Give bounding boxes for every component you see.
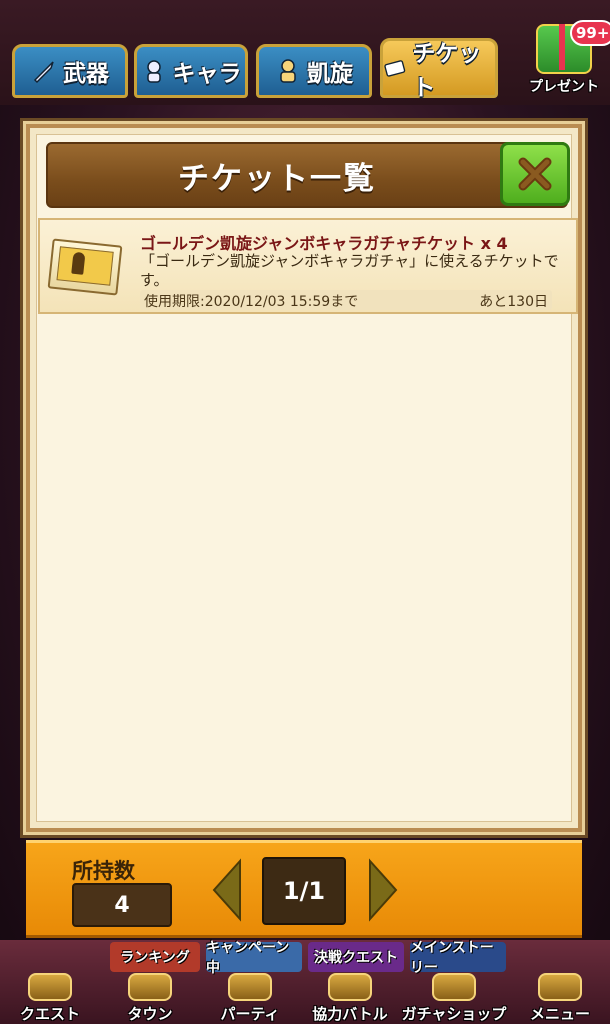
expiry-bar: 使用期限:2020/12/03 15:59まで あと130日 [140,290,552,310]
prev-page-arrow-icon[interactable] [210,857,244,923]
sword-icon [33,61,54,84]
nav-quest[interactable]: クエスト [0,970,100,1024]
triumph-icon [280,59,296,83]
next-page-arrow-icon[interactable] [366,857,400,923]
party-icon [228,973,272,1001]
present-button[interactable]: 99+ プレゼント [520,14,610,100]
top-tab-bar: 武器 キャラ 凱旋 チケット 99+ プレゼント [0,0,610,105]
banner-decisive-quest[interactable]: 決戦クエスト [308,942,404,972]
ticket-name: ゴールデン凱旋ジャンボキャラガチャチケット x 4 [140,234,508,253]
tab-triumph[interactable]: 凱旋 [256,44,372,98]
page-indicator: 1/1 [262,857,346,925]
character-icon [146,60,161,83]
nav-party[interactable]: パーティ [200,970,300,1024]
close-button[interactable] [500,142,570,206]
gift-ribbon [559,24,565,70]
nav-menu-label: メニュー [529,1005,590,1023]
present-label: プレゼント [529,79,599,95]
tab-tickets-label: チケット [412,41,482,101]
golden-ticket-icon [47,238,123,296]
dialog-footer: 所持数 4 1/1 [26,840,582,938]
nav-coop-battle-label: 協力バトル [312,1005,388,1023]
nav-party-label: パーティ [220,1005,280,1023]
banner-ranking[interactable]: ランキング [110,942,200,972]
dialog-title: チケット一覧 [178,160,376,197]
present-count-badge: 99+ [570,20,610,46]
tab-weapons-label: 武器 [63,61,109,87]
tab-weapons[interactable]: 武器 [12,44,128,98]
town-icon [128,973,172,1001]
owned-count-label: 所持数 [72,859,135,883]
owned-count-value: 4 [72,883,172,927]
nav-gacha-shop-label: ガチャショップ [401,1005,507,1023]
bottom-navigation: ランキング キャンペーン中 決戦クエスト メインストーリー クエスト タウン パ… [0,940,610,1024]
nav-coop-battle[interactable]: 協力バトル [300,970,400,1024]
tab-characters-label: キャラ [172,61,242,87]
nav-town[interactable]: タウン [100,970,200,1024]
quest-icon [28,973,72,1001]
tab-characters[interactable]: キャラ [134,44,248,98]
ticket-list-dialog: チケット一覧 ゴールデン凱旋ジャンボキャラガチャチケット x 4 「ゴールデン凱… [26,124,582,832]
nav-town-label: タウン [127,1005,173,1023]
days-remaining: あと130日 [479,294,548,310]
banner-campaign[interactable]: キャンペーン中 [206,940,302,976]
menu-icon [538,973,582,1001]
nav-menu[interactable]: メニュー [510,970,610,1024]
close-icon [518,157,552,191]
expiry-date: 使用期限:2020/12/03 15:59まで [144,294,359,310]
dialog-title-bar: チケット一覧 [46,142,570,208]
nav-gacha-shop[interactable]: ガチャショップ [401,970,507,1024]
tab-triumph-label: 凱旋 [307,61,353,87]
ticket-description: 「ゴールデン凱旋ジャンボキャラガチャ」に使えるチケットです。 [140,252,559,289]
ticket-icon [384,60,406,77]
tab-tickets[interactable]: チケット [380,38,498,101]
list-item[interactable]: ゴールデン凱旋ジャンボキャラガチャチケット x 4 「ゴールデン凱旋ジャンボキャ… [38,218,578,314]
nav-quest-label: クエスト [19,1005,80,1023]
banner-main-story[interactable]: メインストーリー [410,940,506,976]
gacha-shop-icon [432,973,476,1001]
coop-battle-icon [328,973,372,1001]
